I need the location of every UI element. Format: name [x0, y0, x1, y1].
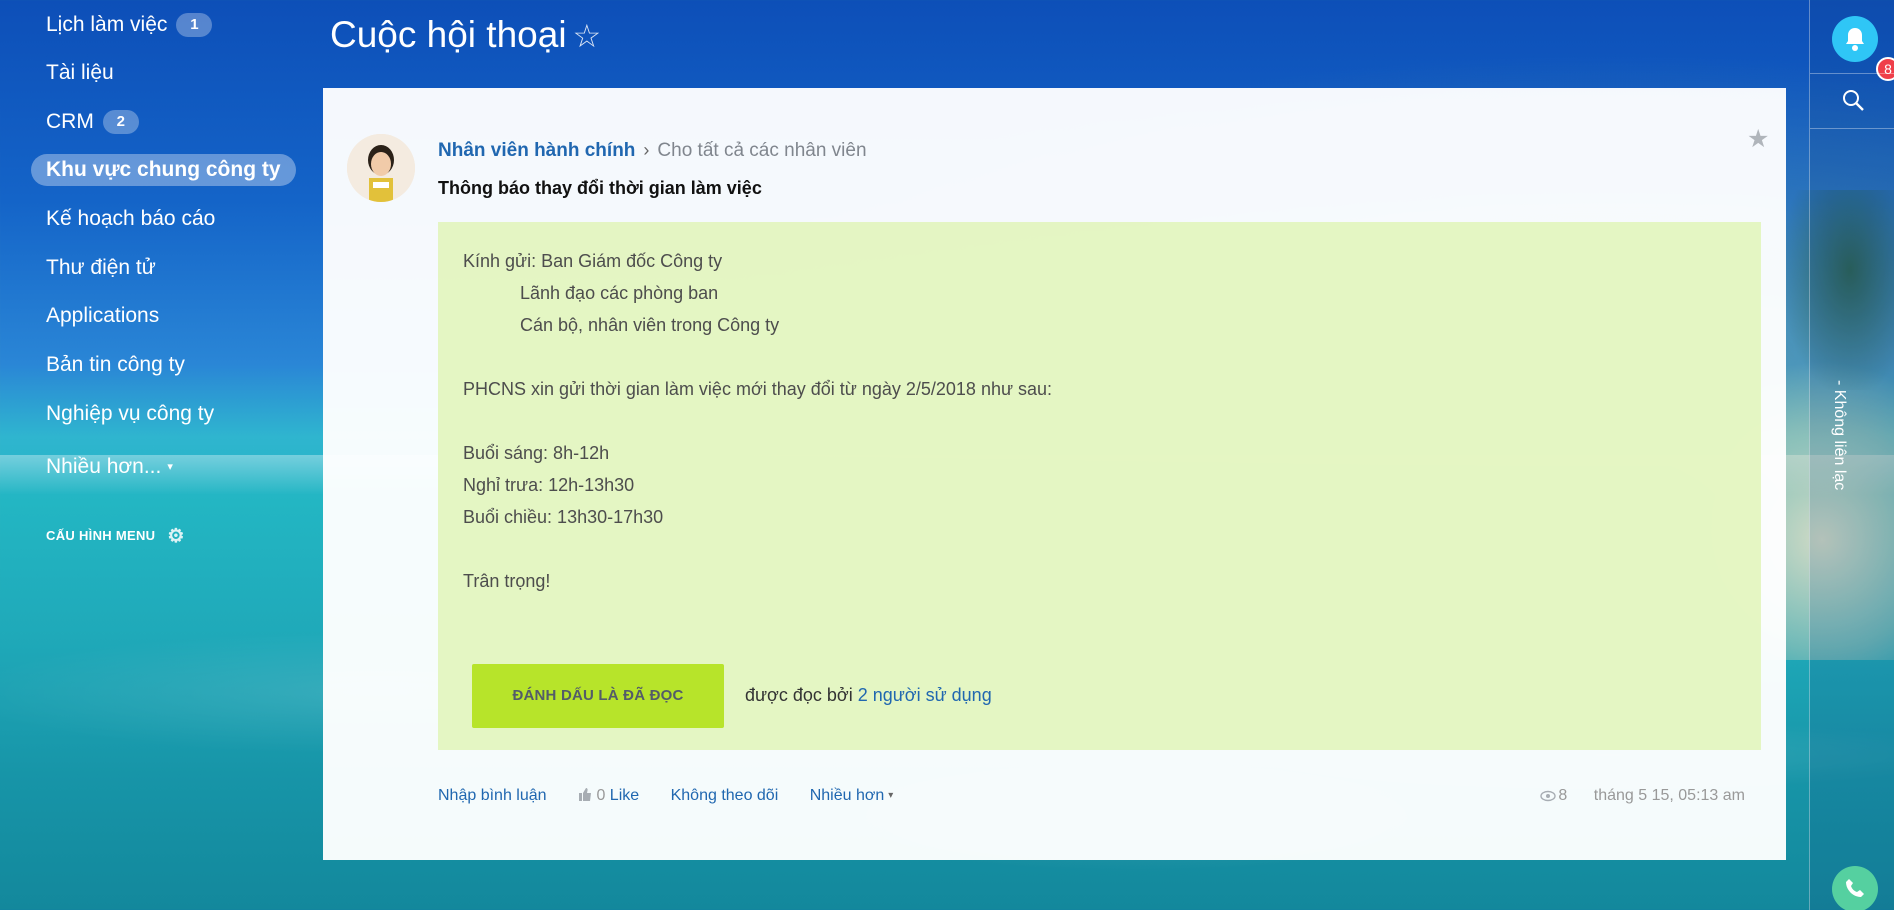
add-comment-link[interactable]: Nhập bình luận — [438, 787, 547, 804]
post-author-link[interactable]: Nhân viên hành chính — [438, 140, 635, 161]
sidebar-item-crm[interactable]: CRM 2 — [46, 106, 139, 138]
sidebar-item-label: Lịch làm việc — [46, 13, 168, 36]
author-avatar[interactable] — [347, 134, 415, 202]
favorite-star-icon[interactable]: ☆ — [573, 18, 602, 54]
notification-badge: 8 — [1876, 57, 1894, 81]
post-footer-actions: Nhập bình luận 0 Like Không theo dõi Nhi… — [438, 785, 920, 807]
mark-as-read-button[interactable]: ĐÁNH DẤU LÀ ĐÃ ĐỌC — [472, 664, 724, 728]
status-vertical-label[interactable]: - Không liên lạc — [1830, 380, 1848, 490]
chevron-right-icon: › — [643, 140, 650, 160]
post-meta: 8 tháng 5 15, 05:13 am — [1540, 785, 1745, 807]
menu-config-label: CẤU HÌNH MENU — [46, 528, 156, 543]
post-author-line: Nhân viên hành chính › Cho tất cả các nhân… — [438, 138, 867, 162]
view-count: 8 — [1558, 787, 1568, 804]
left-sidebar-menu: Lịch làm việc 1 Tài liệu CRM 2 Khu vực chu… — [0, 0, 323, 910]
more-actions-link[interactable]: Nhiều hơn ▾ — [810, 787, 894, 804]
read-by-info: được đọc bởi 2 người sử dụng — [745, 685, 992, 706]
post-title: Thông báo thay đổi thời gian làm việc — [438, 178, 762, 198]
sidebar-item-label: Tài liệu — [46, 61, 114, 84]
unfollow-link[interactable]: Không theo dõi — [671, 787, 779, 804]
like-button[interactable]: 0 Like — [578, 787, 644, 804]
like-label: Like — [609, 787, 640, 804]
body-line: Buổi chiều: 13h30-17h30 — [463, 507, 664, 527]
sidebar-item-applications[interactable]: Applications — [46, 300, 159, 332]
like-count: 0 — [596, 787, 606, 804]
right-rail: 8 - Không liên lạc — [1809, 0, 1894, 910]
phone-call-button[interactable] — [1832, 866, 1878, 910]
body-line: PHCNS xin gửi thời gian làm việc mới tha… — [463, 379, 1053, 399]
more-actions-label: Nhiều hơn — [809, 787, 885, 804]
page-title-text: Cuộc hội thoại — [330, 14, 567, 55]
eye-icon — [1540, 787, 1557, 809]
sidebar-item-company-news[interactable]: Bản tin công ty — [46, 349, 185, 381]
post-card: Nhân viên hành chính › Cho tất cả các nhân… — [323, 88, 1786, 860]
rail-divider — [1810, 128, 1894, 129]
sidebar-item-label: Applications — [46, 304, 160, 327]
sidebar-item-label: CRM — [46, 110, 94, 133]
search-icon[interactable] — [1841, 88, 1865, 117]
notifications-button[interactable]: 8 — [1832, 16, 1894, 81]
menu-config-button[interactable]: CẤU HÌNH MENU ⚙ — [46, 525, 185, 548]
body-line: Nghỉ trưa: 12h-13h30 — [463, 475, 635, 495]
read-by-users-link[interactable]: 2 người sử dụng — [858, 685, 992, 705]
post-recipient[interactable]: Cho tất cả các nhân viên — [657, 140, 866, 161]
sidebar-item-company-operations[interactable]: Nghiệp vụ công ty — [46, 398, 214, 430]
gear-icon: ⚙ — [167, 526, 185, 547]
post-date: tháng 5 15, 05:13 am — [1593, 787, 1745, 804]
sidebar-item-label: Bản tin công ty — [46, 353, 185, 376]
body-line: Cán bộ, nhân viên trong Công ty — [520, 315, 780, 335]
sidebar-counter-badge: 2 — [102, 110, 139, 134]
body-line: Buổi sáng: 8h-12h — [463, 443, 610, 463]
phone-icon — [1846, 879, 1864, 897]
thumbs-up-icon — [578, 788, 591, 801]
sidebar-item-email[interactable]: Thư điện tử — [46, 252, 156, 284]
sidebar-item-label: Khu vực chung công ty — [46, 158, 281, 181]
body-line: Trân trọng! — [463, 571, 551, 591]
bell-icon — [1846, 28, 1864, 51]
chevron-down-icon: ▾ — [167, 461, 173, 473]
sidebar-item-report-plan[interactable]: Kế hoạch báo cáo — [46, 203, 215, 235]
sidebar-item-more[interactable]: Nhiều hơn... ▾ — [46, 451, 173, 483]
body-line: Kính gửi: Ban Giám đốc Công ty — [463, 251, 723, 271]
sidebar-item-documents[interactable]: Tài liệu — [46, 57, 114, 89]
body-line: Lãnh đạo các phòng ban — [520, 283, 719, 303]
sidebar-item-calendar[interactable]: Lịch làm việc 1 — [46, 9, 213, 41]
sidebar-item-company-area[interactable]: Khu vực chung công ty — [31, 154, 296, 186]
sidebar-counter-badge: 1 — [176, 13, 213, 37]
sidebar-item-label: Nghiệp vụ công ty — [46, 402, 215, 425]
page-title: Cuộc hội thoại ☆ — [330, 8, 601, 62]
sidebar-item-label: Nhiều hơn... — [46, 455, 162, 478]
sidebar-item-label: Kế hoạch báo cáo — [46, 207, 216, 230]
sidebar-item-label: Thư điện tử — [46, 256, 156, 279]
post-star-icon[interactable]: ★ — [1747, 124, 1769, 154]
rail-divider — [1810, 73, 1894, 74]
read-by-prefix: được đọc bởi — [745, 685, 853, 705]
chevron-down-icon: ▾ — [888, 790, 894, 801]
post-body: Kính gửi: Ban Giám đốc Công ty Lãnh đạo … — [438, 222, 1761, 750]
